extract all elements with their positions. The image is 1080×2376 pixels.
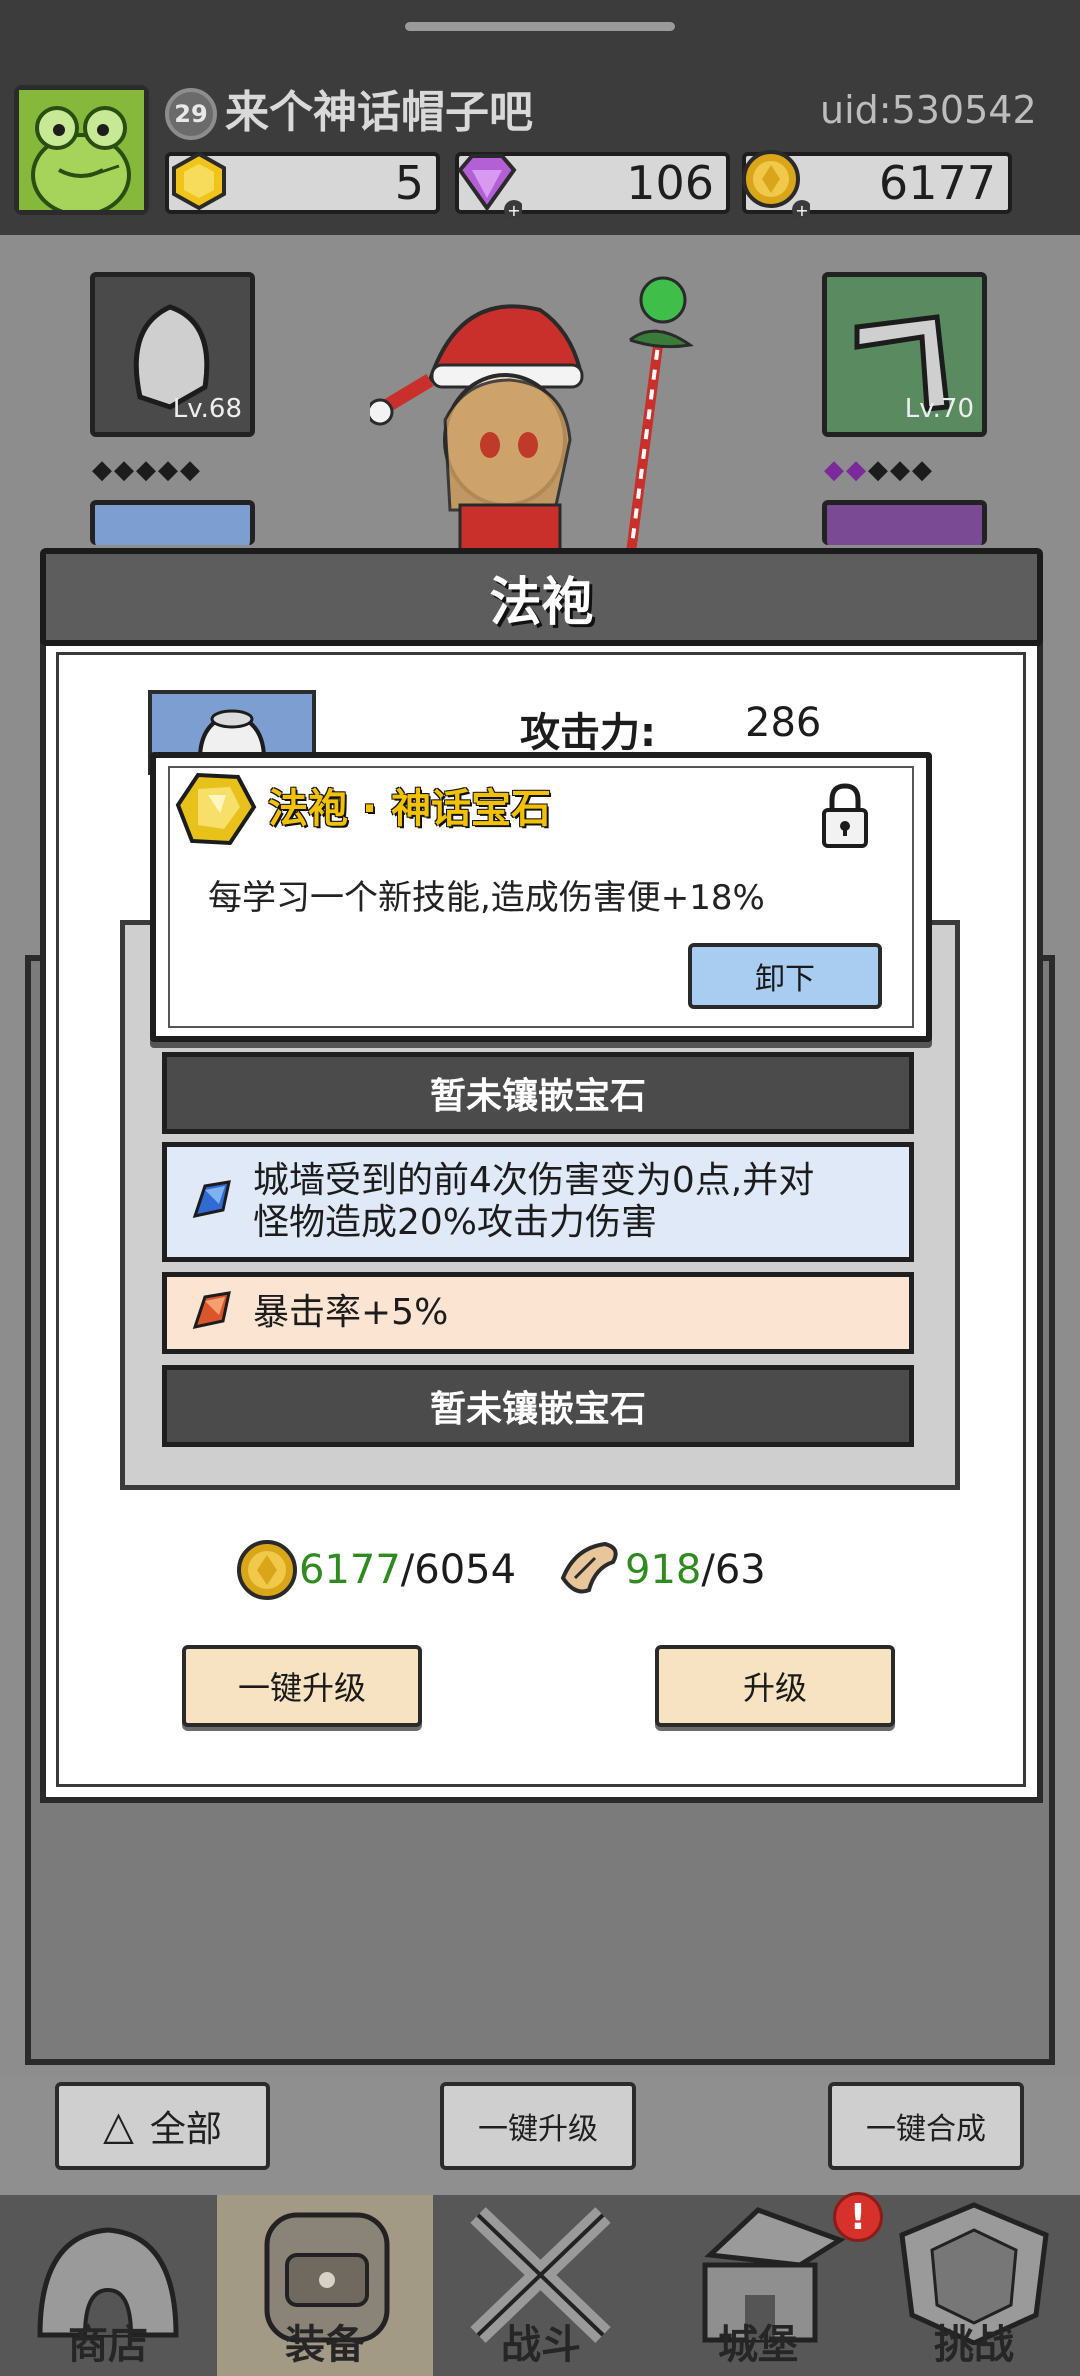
svg-text:+: + — [795, 201, 808, 218]
status-notch — [405, 22, 675, 31]
gold-coin-icon — [237, 1540, 297, 1600]
gold-have: 6177 — [299, 1547, 401, 1593]
equip-slot-hood[interactable]: Lv.68 — [90, 272, 255, 437]
unequip-button[interactable]: 卸下 — [688, 943, 882, 1009]
player-uid: uid:530542 — [820, 88, 1037, 132]
scroll-icon — [560, 1541, 618, 1594]
gem-slot-3[interactable]: 暴击率+5% — [162, 1272, 914, 1354]
scroll-need: /63 — [701, 1547, 766, 1593]
modal-title-bar: 法袍 — [40, 548, 1043, 646]
star-rank-left: ◆◆◆◆◆ — [92, 455, 202, 485]
filter-all-button[interactable]: △ 全部 — [55, 2082, 270, 2170]
gem-tooltip-title: 法袍 · 神话宝石 — [268, 786, 552, 832]
inventory-one-key-upgrade-button[interactable]: 一键升级 — [440, 2082, 636, 2170]
equip-slot-robe-bg — [90, 500, 255, 545]
slot-level-left: Lv.68 — [172, 394, 242, 424]
nav-label-challenge: 挑战 — [934, 2322, 1014, 2368]
gem-slot-2[interactable]: 城墙受到的前4次伤害变为0点,并对 怪物造成20%攻击力伤害 — [162, 1142, 914, 1262]
gold-gem-icon — [168, 150, 230, 212]
scroll-have: 918 — [625, 1547, 702, 1593]
lock-icon[interactable] — [818, 780, 872, 850]
filter-all-label: 全部 — [149, 2109, 222, 2150]
modal-title: 法袍 — [489, 572, 594, 633]
nav-item-shop[interactable]: 商店 — [0, 2195, 216, 2376]
equip-slot-staff[interactable]: Lv.70 — [822, 272, 987, 437]
gem-tooltip-description: 每学习一个新技能,造成伤害便+18% — [208, 878, 765, 918]
upgrade-button[interactable]: 升级 — [655, 1645, 895, 1727]
gold-cost: 6177/6054 — [235, 1535, 516, 1605]
gem-slot-2-line1: 城墙受到的前4次伤害变为0点,并对 — [253, 1160, 815, 1201]
one-key-merge-button[interactable]: 一键合成 — [828, 2082, 1024, 2170]
coin-count: 6177 — [878, 156, 996, 210]
purple-diamond-icon: + — [452, 148, 524, 220]
gem-slot-3-text: 暴击率+5% — [253, 1292, 449, 1333]
player-avatar[interactable] — [14, 85, 149, 217]
orange-gem-icon — [192, 1291, 231, 1330]
svg-text:+: + — [507, 201, 520, 218]
attack-value: 286 — [745, 700, 822, 746]
mythic-gem-icon — [168, 765, 260, 857]
player-name: 来个神话帽子吧 — [225, 87, 533, 138]
gem-slot-2-line2: 怪物造成20%攻击力伤害 — [253, 1202, 658, 1243]
nav-label-equipment: 装备 — [285, 2322, 365, 2368]
blue-gem-icon — [192, 1180, 231, 1219]
castle-alert-badge: ! — [833, 2192, 883, 2242]
character-portrait — [366, 270, 700, 567]
nav-item-equipment[interactable]: 装备 — [217, 2195, 433, 2376]
gold-coin-icon: + — [740, 148, 812, 220]
one-key-upgrade-button[interactable]: 一键升级 — [182, 1645, 422, 1727]
attack-label: 攻击力: — [520, 710, 656, 756]
gem-slot-4[interactable]: 暂未镶嵌宝石 — [162, 1365, 914, 1447]
slot-level-right: Lv.70 — [904, 394, 974, 424]
equip-slot-ring-bg — [822, 500, 987, 545]
frog-avatar-icon — [19, 90, 144, 217]
filter-triangle-icon: △ — [103, 2103, 134, 2149]
star-rank-right: ◆◆◆◆◆ — [824, 455, 934, 485]
scroll-cost: 918/63 — [555, 1535, 766, 1605]
gem-slot-4-text: 暂未镶嵌宝石 — [429, 1389, 646, 1430]
gem-slot-1-text: 暂未镶嵌宝石 — [429, 1076, 646, 1117]
gold-need: /6054 — [400, 1547, 517, 1593]
nav-label-castle: 城堡 — [718, 2322, 798, 2368]
nav-item-battle[interactable]: 战斗 — [433, 2195, 649, 2376]
gem-slot-1[interactable]: 暂未镶嵌宝石 — [162, 1052, 914, 1134]
nav-label-shop: 商店 — [68, 2322, 148, 2368]
diamond-count: 106 — [626, 156, 714, 210]
nav-item-challenge[interactable]: 挑战 — [866, 2195, 1080, 2376]
player-level-badge: 29 — [165, 88, 217, 140]
nav-label-battle: 战斗 — [501, 2322, 581, 2368]
gold-gem-count: 5 — [394, 156, 424, 210]
